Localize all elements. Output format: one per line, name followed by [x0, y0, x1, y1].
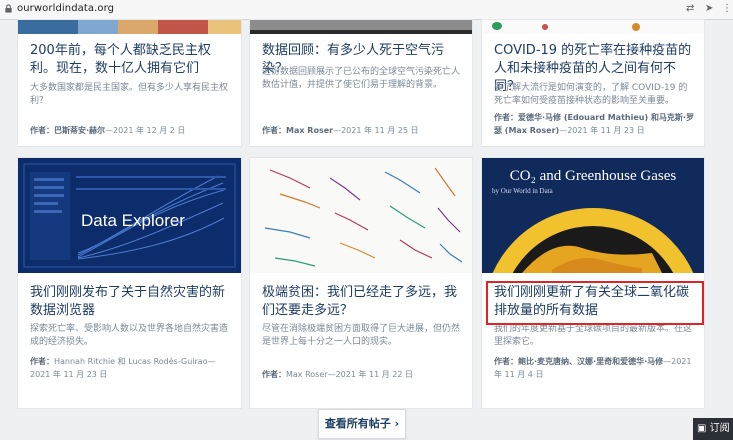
author-label: 作者：: [30, 357, 54, 366]
post-author: 鲍比·麦克唐纳、汉娜·里奇和爱德华·马修: [518, 357, 664, 366]
post-date: —2021 年 11 月 22 日: [327, 370, 413, 379]
co2-globe-graphic: CO₂ and Greenhouse Gases by Our World in…: [492, 168, 694, 273]
thumb-subtitle: by Our World in Data: [492, 187, 554, 195]
post-card[interactable]: 数据回顾：有多少人死于空气污染？ 这份数据回顾展示了已公布的全球空气污染死亡人数…: [250, 20, 472, 146]
post-thumbnail: [250, 20, 472, 34]
post-meta: 作者：巴斯蒂安·赫尔—2021 年 12 月 2 日: [30, 124, 233, 137]
subscribe-label: 订阅: [709, 423, 730, 434]
post-author: Max Roser: [286, 126, 334, 135]
post-title[interactable]: 极端贫困：我们已经走了多远，我们还要走多远？: [262, 284, 462, 320]
post-excerpt: 大多数国家都是民主国家。但有多少人享有民主权利？: [30, 83, 229, 106]
post-thumbnail: [18, 20, 241, 34]
post-meta: 作者：Max Roser—2021 年 11 月 25 日: [262, 124, 464, 137]
author-label: 作者：: [494, 357, 518, 366]
post-card[interactable]: CO₂ and Greenhouse Gases by Our World in…: [482, 158, 704, 408]
posts-grid: 200年前，每个人都缺乏民主权利。现在，数十亿人拥有它们 大多数国家都是民主国家…: [0, 20, 733, 440]
post-date: —2021 年 11 月 25 日: [333, 126, 419, 135]
chat-icon: ▣: [697, 423, 707, 434]
post-author: Max Roser: [286, 370, 328, 379]
post-meta: 作者：Max Roser—2021 年 11 月 22 日: [262, 368, 464, 381]
url-text[interactable]: ourworldindata.org: [17, 3, 114, 14]
post-thumbnail: CO₂ and Greenhouse Gases by Our World in…: [482, 158, 704, 273]
post-excerpt: 尽管在消除极端贫困方面取得了巨大进展，但仍然是世界上每十分之一人口的现实。: [262, 324, 461, 347]
data-explorer-graphic: Data Explorer: [23, 163, 236, 268]
author-label: 作者：: [494, 113, 518, 122]
post-title[interactable]: 200年前，每个人都缺乏民主权利。现在，数十亿人拥有它们: [30, 42, 231, 78]
address-bar[interactable]: ourworldindata.org ⇄ ➤ ⋮: [0, 0, 733, 20]
author-label: 作者：: [30, 126, 54, 135]
post-thumbnail: Data Explorer: [18, 158, 241, 273]
post-card[interactable]: 极端贫困：我们已经走了多远，我们还要走多远？ 尽管在消除极端贫困方面取得了巨大进…: [250, 158, 472, 408]
post-date: —2021 年 11 月 23 日: [559, 126, 645, 135]
post-author: Hannah Ritchie 和 Lucas Rodés-Guirao: [54, 357, 208, 366]
post-date: —2021 年 12 月 2 日: [105, 126, 186, 135]
post-excerpt: 我们的年度更新基于全球碳项目的最新版本。在这里探索它。: [494, 324, 693, 347]
post-title[interactable]: 我们刚刚发布了关于自然灾害的新数据浏览器: [30, 284, 231, 320]
thumb-title: CO₂ and Greenhouse Gases: [510, 168, 677, 184]
view-all-posts-button[interactable]: 查看所有帖子 ›: [318, 409, 406, 439]
send-icon[interactable]: ➤: [705, 3, 713, 15]
post-thumbnail: [250, 158, 472, 273]
post-excerpt: 要了解大流行是如何演变的，了解 COVID-19 的死亡率如何受疫苗接种状态的影…: [494, 83, 688, 106]
post-excerpt: 探索死亡率、受影响人数以及世界各地自然灾害造成的经济损失。: [30, 324, 229, 347]
subscribe-button[interactable]: ▣ 订阅: [693, 418, 733, 440]
post-thumbnail: [482, 20, 704, 34]
thumb-text: Data Explorer: [81, 211, 185, 230]
post-card[interactable]: COVID-19 的死亡率在接种疫苗的人和未接种疫苗的人之间有何不同？ 要了解大…: [482, 20, 704, 146]
post-meta: 作者：Hannah Ritchie 和 Lucas Rodés-Guirao—2…: [30, 355, 233, 381]
arrows-graphic: [264, 167, 463, 267]
post-card[interactable]: 200年前，每个人都缺乏民主权利。现在，数十亿人拥有它们 大多数国家都是民主国家…: [18, 20, 241, 146]
author-label: 作者：: [262, 126, 286, 135]
post-author: 巴斯蒂安·赫尔: [54, 126, 106, 135]
post-meta: 作者：鲍比·麦克唐纳、汉娜·里奇和爱德华·马修—2021 年 11 月 4 日: [494, 355, 696, 381]
post-card[interactable]: Data Explorer 我们刚刚发布了关于自然灾害的新数据浏览器 探索死亡率…: [18, 158, 241, 408]
post-title[interactable]: 我们刚刚更新了有关全球二氧化碳排放量的所有数据: [494, 284, 694, 320]
post-excerpt: 这份数据回顾展示了已公布的全球空气污染死亡人数估计值，并提供了使它们易于理解的背…: [262, 67, 461, 90]
lock-icon: [5, 4, 12, 13]
menu-icon[interactable]: ⋮: [722, 3, 732, 15]
post-meta: 作者：爱德华·马修 (Edouard Mathieu) 和马克斯·罗瑟 (Max…: [494, 111, 696, 137]
translate-icon[interactable]: ⇄: [686, 3, 694, 15]
author-label: 作者：: [262, 370, 286, 379]
